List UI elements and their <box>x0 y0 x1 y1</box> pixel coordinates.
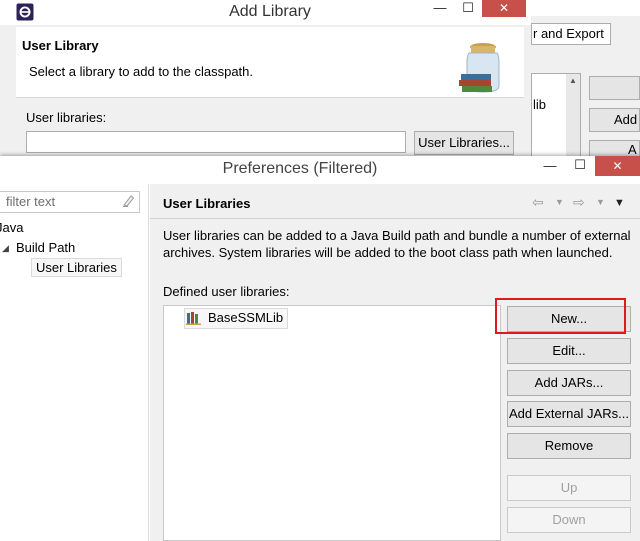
tree-item-java[interactable]: Java <box>0 220 23 235</box>
library-jar-icon <box>455 38 507 94</box>
preferences-minimize-button[interactable]: — <box>540 158 560 173</box>
page-title: User Libraries <box>163 196 251 211</box>
banner-description: Select a library to add to the classpath… <box>29 64 254 79</box>
scroll-up-icon: ▲ <box>569 76 577 85</box>
edit-button[interactable]: Edit... <box>507 338 631 364</box>
user-libraries-label: User libraries: <box>26 110 107 125</box>
page-description: User libraries can be added to a Java Bu… <box>163 228 631 260</box>
add-library-minimize-button[interactable]: — <box>430 0 450 15</box>
close-icon: ✕ <box>612 159 623 173</box>
preferences-close-button[interactable]: ✕ <box>595 156 640 176</box>
background-list-item: lib <box>533 97 547 112</box>
preferences-maximize-button[interactable]: ☐ <box>570 157 590 173</box>
filter-input[interactable]: filter text <box>0 191 140 213</box>
back-dropdown-icon[interactable]: ▼ <box>555 197 564 207</box>
background-scrollbar[interactable] <box>566 74 580 160</box>
add-jars-button[interactable]: Add JARs... <box>507 370 631 396</box>
close-icon: ✕ <box>498 1 510 15</box>
up-button[interactable]: Up <box>507 475 631 501</box>
preferences-title: Preferences (Filtered) <box>222 160 378 177</box>
expanded-arrow-icon[interactable]: ◢ <box>2 243 9 254</box>
highlight-annotation <box>495 298 626 334</box>
user-libraries-combo[interactable] <box>26 131 406 153</box>
defined-libraries-label: Defined user libraries: <box>163 284 290 299</box>
view-menu-icon[interactable]: ▼ <box>614 197 625 209</box>
remove-button[interactable]: Remove <box>507 433 631 459</box>
forward-dropdown-icon[interactable]: ▼ <box>596 197 605 207</box>
tree-item-build-path[interactable]: Build Path <box>16 240 75 255</box>
import-export-tab[interactable]: r and Export <box>531 23 611 45</box>
tree-item-user-libraries[interactable]: User Libraries <box>31 258 122 277</box>
library-icon <box>186 311 202 325</box>
forward-arrow-icon[interactable]: ⇨ <box>573 194 585 211</box>
background-button-2[interactable]: Add <box>589 108 640 132</box>
user-libraries-button[interactable]: User Libraries... <box>414 131 514 155</box>
down-button[interactable]: Down <box>507 507 631 533</box>
add-library-maximize-button[interactable]: ☐ <box>458 0 478 16</box>
back-arrow-icon[interactable]: ⇦ <box>532 194 544 211</box>
user-libraries-list[interactable] <box>163 305 501 541</box>
add-external-jars-button[interactable]: Add External JARs... <box>507 401 631 427</box>
add-library-close-button[interactable]: ✕ <box>482 0 526 17</box>
clear-filter-icon[interactable] <box>121 194 135 208</box>
banner-title: User Library <box>22 38 99 53</box>
background-button-1[interactable] <box>589 76 640 100</box>
library-name: BaseSSMLib <box>208 310 284 325</box>
preferences-tree-pane <box>0 184 149 541</box>
